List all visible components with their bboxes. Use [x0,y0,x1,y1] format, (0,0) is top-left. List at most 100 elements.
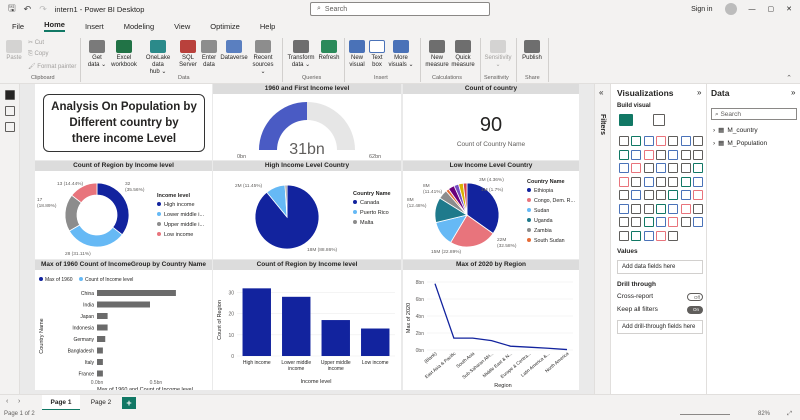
search-box[interactable]: ⌕ Search [310,2,490,16]
text-box-button[interactable]: Text box [368,40,386,69]
visual-type-icon[interactable] [668,230,679,241]
visual-type-icon[interactable] [643,230,654,241]
card-visual[interactable]: Count of country 90 Count of Country Nam… [403,84,579,160]
visual-type-icon[interactable] [692,136,703,146]
chevron-right-icon[interactable]: › [18,398,20,405]
excel-workbook-button[interactable]: Excel workbook [110,40,138,69]
visual-type-icon[interactable] [619,230,629,241]
chevron-left-icon[interactable]: ‹ [6,398,8,405]
build-visual-icon[interactable] [619,114,633,126]
more-visuals-button[interactable]: More visuals ⌄ [388,40,414,69]
visual-type-icon[interactable] [655,149,666,160]
table-item-m-population[interactable]: › ▦ M_Population [713,139,767,148]
paste-button[interactable]: Paste [6,40,22,62]
visual-type-icon[interactable] [619,176,629,187]
pie-low-visual[interactable]: Low Income Level Country 22M (32.58%) 15M … [403,161,579,259]
format-visual-icon[interactable] [653,114,665,126]
visual-type-icon[interactable] [631,163,642,173]
enter-data-button[interactable]: Enter data [200,40,218,69]
visual-type-icon[interactable] [668,203,679,214]
tab-modeling[interactable]: Modeling [124,22,154,31]
visual-type-icon[interactable] [668,149,679,160]
visual-type-icon[interactable] [680,217,691,227]
visual-type-icon[interactable] [692,203,703,214]
collapse-data-icon[interactable]: » [791,88,795,97]
expand-filters-icon[interactable]: « [599,88,603,97]
visual-type-icon[interactable] [680,149,691,160]
onelake-hub-button[interactable]: OneLake data hub ⌄ [140,40,176,76]
minimize-button[interactable]: — [749,6,756,13]
zoom-slider[interactable] [680,414,730,415]
visual-type-icon[interactable] [655,136,666,146]
visual-type-icon[interactable] [668,136,679,146]
avatar[interactable] [724,3,737,15]
visual-type-icon[interactable] [643,203,654,214]
visual-type-icon[interactable] [692,176,703,187]
get-data-button[interactable]: Get data ⌄ [86,40,108,69]
collapse-visualizations-icon[interactable]: » [697,88,701,97]
visual-type-icon[interactable] [619,149,629,160]
values-field-well[interactable]: Add data fields here [617,260,703,274]
visual-type-icon[interactable] [680,176,691,187]
close-button[interactable]: ✕ [786,5,792,13]
line-2020-visual[interactable]: Max of 2020 by Region 0bn 2bn 4bn 6bn 8bn (Bl… [403,260,579,390]
report-title-card[interactable]: Analysis On Population by Different coun… [43,94,205,152]
report-view-icon[interactable] [4,90,15,100]
visual-type-icon[interactable] [668,190,679,200]
fit-to-page-icon[interactable]: ⤢ [787,411,792,418]
visual-type-icon[interactable] [631,176,642,187]
visual-type-icon[interactable] [631,149,642,160]
visual-type-icon[interactable] [668,163,679,173]
visual-type-icon[interactable] [692,190,703,200]
visual-type-icon[interactable] [680,163,691,173]
visual-type-icon[interactable] [631,190,642,200]
table-view-icon[interactable] [4,106,15,116]
tab-optimize[interactable]: Optimize [210,22,240,31]
visual-type-icon[interactable] [643,163,654,173]
tab-help[interactable]: Help [260,22,275,31]
visual-type-icon[interactable] [631,203,642,214]
visual-type-icon[interactable] [692,163,703,173]
visual-type-icon[interactable] [692,217,703,227]
visual-type-icon[interactable] [680,136,691,146]
visual-type-icon[interactable] [619,136,629,146]
visual-type-icon[interactable] [643,217,654,227]
visual-type-icon[interactable] [643,149,654,160]
tab-home[interactable]: Home [44,20,65,32]
undo-icon[interactable]: ↶ [24,4,32,15]
table-item-m-country[interactable]: › ▦ M_country [713,126,758,135]
visual-type-icon[interactable] [668,176,679,187]
pie-high-visual[interactable]: High Income Level Country 2M (11.45%) 18M… [213,161,401,259]
sign-in-link[interactable]: Sign in [691,6,712,13]
tab-file[interactable]: File [12,22,24,31]
transform-data-button[interactable]: Transform data ⌄ [286,40,316,69]
visual-type-icon[interactable] [631,230,642,241]
visual-type-icon[interactable] [668,217,679,227]
maximize-button[interactable]: ▢ [768,5,775,13]
cross-report-toggle[interactable]: Off [687,293,703,301]
tab-view[interactable]: View [174,22,190,31]
visual-type-icon[interactable] [643,176,654,187]
add-page-button[interactable]: + [122,397,136,409]
filters-pane[interactable]: « Filters [594,84,610,394]
visual-type-icon[interactable] [655,163,666,173]
drill-through-field-well[interactable]: Add drill-through fields here [617,320,703,334]
gauge-visual[interactable]: 1960 and First Income level 31bn 0bn 62bn [213,84,401,160]
visual-type-icon[interactable] [680,203,691,214]
visual-type-icon[interactable] [631,217,642,227]
page-tab-2[interactable]: Page 2 [82,395,120,411]
bar-1960-visual[interactable]: Max of 1960 Count of IncomeGroup by Coun… [35,260,212,390]
save-icon[interactable]: 🖫 [8,1,16,17]
visual-type-icon[interactable] [655,176,666,187]
cut-button[interactable]: ✂ Cut [28,39,44,46]
visual-type-icon[interactable] [643,190,654,200]
new-measure-button[interactable]: New measure [424,40,450,69]
redo-icon[interactable]: ↷ [39,4,47,15]
new-visual-button[interactable]: New visual [348,40,366,69]
visual-type-icon[interactable] [619,190,629,200]
visual-type-icon[interactable] [680,190,691,200]
visual-type-icon[interactable] [655,230,666,241]
copy-button[interactable]: ⎘ Copy [28,51,48,58]
sensitivity-button[interactable]: Sensitivity ⌄ [484,40,512,69]
model-view-icon[interactable] [4,122,15,132]
